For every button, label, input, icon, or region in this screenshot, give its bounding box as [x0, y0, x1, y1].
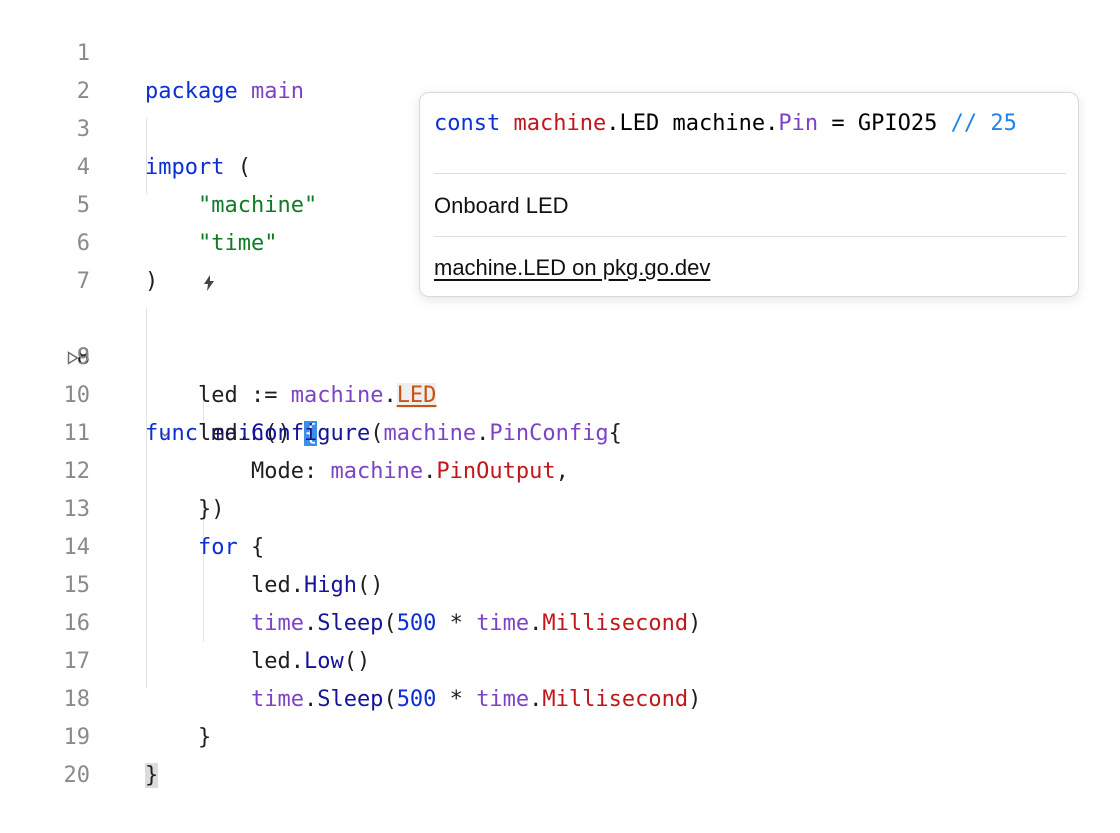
- code-line-15[interactable]: 15 time.Sleep(500 * time.Millisecond): [0, 529, 1120, 636]
- code-line-2[interactable]: 2: [0, 35, 1120, 104]
- code-line-9[interactable]: 9 led := machine.LED: [0, 301, 1120, 408]
- code-line-16[interactable]: 16 led.Low(): [0, 567, 1120, 674]
- symbol-signature: const machine.LED machine.Pin = GPIO25 /…: [434, 111, 1017, 136]
- code-line-10[interactable]: 10 led.Configure(machine.PinConfig{: [0, 339, 1120, 446]
- pkg-go-dev-link[interactable]: machine.LED on pkg.go.dev: [434, 255, 710, 281]
- line-number: 20: [63, 763, 91, 788]
- code-line-17[interactable]: 17 time.Sleep(500 * time.Millisecond): [0, 605, 1120, 712]
- doc-text: Onboard LED: [434, 193, 569, 218]
- code-line-13[interactable]: 13 for {: [0, 453, 1120, 560]
- code-line-1[interactable]: 1 package main: [0, 0, 1120, 104]
- matching-brace: }: [145, 763, 159, 788]
- code-line-12[interactable]: 12 }): [0, 415, 1120, 522]
- code-line-18[interactable]: 18 }: [0, 643, 1120, 750]
- code-line-11[interactable]: 11 Mode: machine.PinOutput,: [0, 377, 1120, 484]
- code-line-19[interactable]: 19 }: [0, 681, 1120, 788]
- popup-divider: [434, 236, 1066, 237]
- code-text: }: [145, 757, 159, 795]
- popup-divider: [434, 173, 1066, 174]
- code-line-14[interactable]: 14 led.High(): [0, 491, 1120, 598]
- code-line-20[interactable]: 20: [0, 719, 1120, 788]
- hover-doc-popup: const machine.LED machine.Pin = GPIO25 /…: [419, 92, 1079, 297]
